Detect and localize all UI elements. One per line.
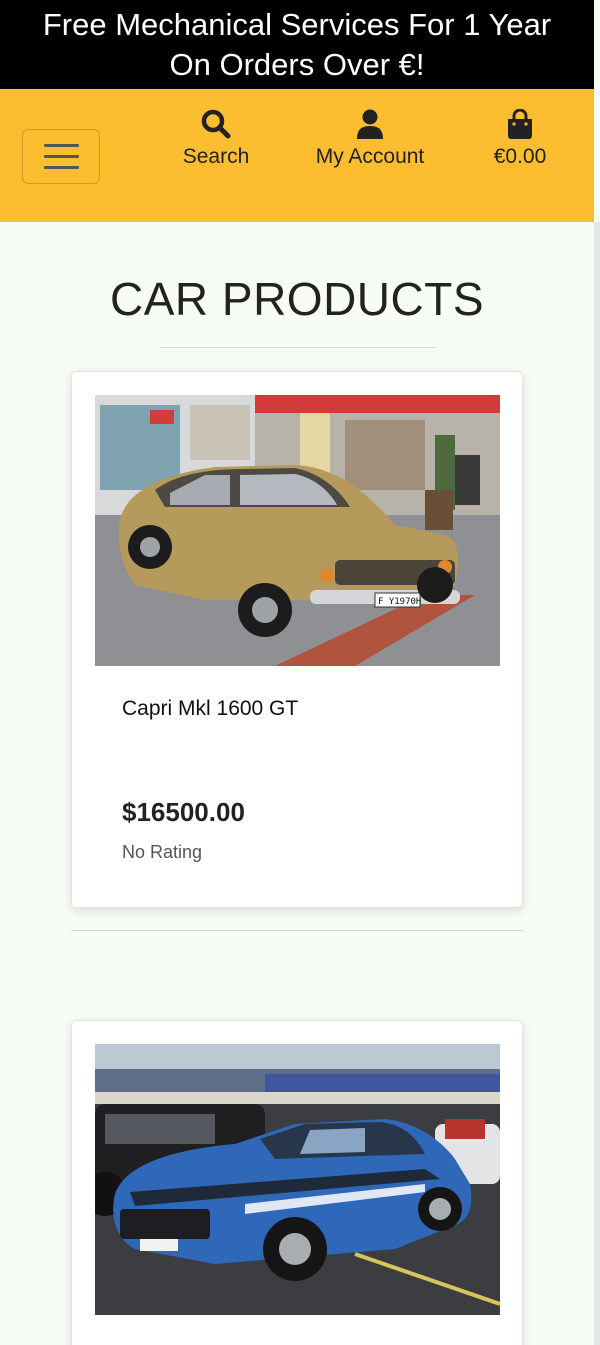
product-divider bbox=[71, 930, 523, 931]
hamburger-icon bbox=[44, 144, 79, 147]
search-link[interactable]: Search bbox=[166, 109, 266, 170]
page-title: CAR PRODUCTS bbox=[109, 273, 485, 325]
product-image[interactable] bbox=[95, 1044, 500, 1315]
product-card[interactable] bbox=[71, 1020, 523, 1345]
account-label: My Account bbox=[315, 145, 425, 168]
cart-total: €0.00 bbox=[493, 145, 547, 168]
top-navbar: Search My Account €0.00 bbox=[0, 89, 594, 222]
shopping-bag-icon bbox=[508, 109, 532, 139]
title-divider bbox=[160, 347, 436, 348]
product-price: $16500.00 bbox=[122, 797, 245, 827]
product-rating: No Rating bbox=[122, 842, 203, 862]
user-icon bbox=[357, 109, 383, 139]
promo-banner: Free Mechanical Services For 1 Year On O… bbox=[0, 0, 594, 89]
license-plate: F Y1970H bbox=[378, 597, 421, 607]
menu-toggle-button[interactable] bbox=[22, 129, 100, 184]
product-name[interactable]: Capri Mkl 1600 GT bbox=[122, 697, 298, 721]
search-label: Search bbox=[182, 145, 250, 168]
cart-link[interactable]: €0.00 bbox=[476, 109, 564, 170]
promo-line-2: On Orders Over €! bbox=[169, 47, 425, 82]
product-image[interactable]: F Y1970H bbox=[95, 395, 500, 666]
search-icon bbox=[201, 109, 231, 139]
product-card[interactable]: F Y1970H Capri Mkl 1600 GT $16500.00 No … bbox=[71, 371, 523, 908]
car-photo-mustang bbox=[95, 1044, 500, 1315]
page-scrollbar[interactable] bbox=[594, 222, 600, 1345]
my-account-link[interactable]: My Account bbox=[300, 109, 440, 170]
promo-line-1: Free Mechanical Services For 1 Year bbox=[42, 7, 552, 42]
car-photo-capri: F Y1970H bbox=[95, 395, 500, 666]
